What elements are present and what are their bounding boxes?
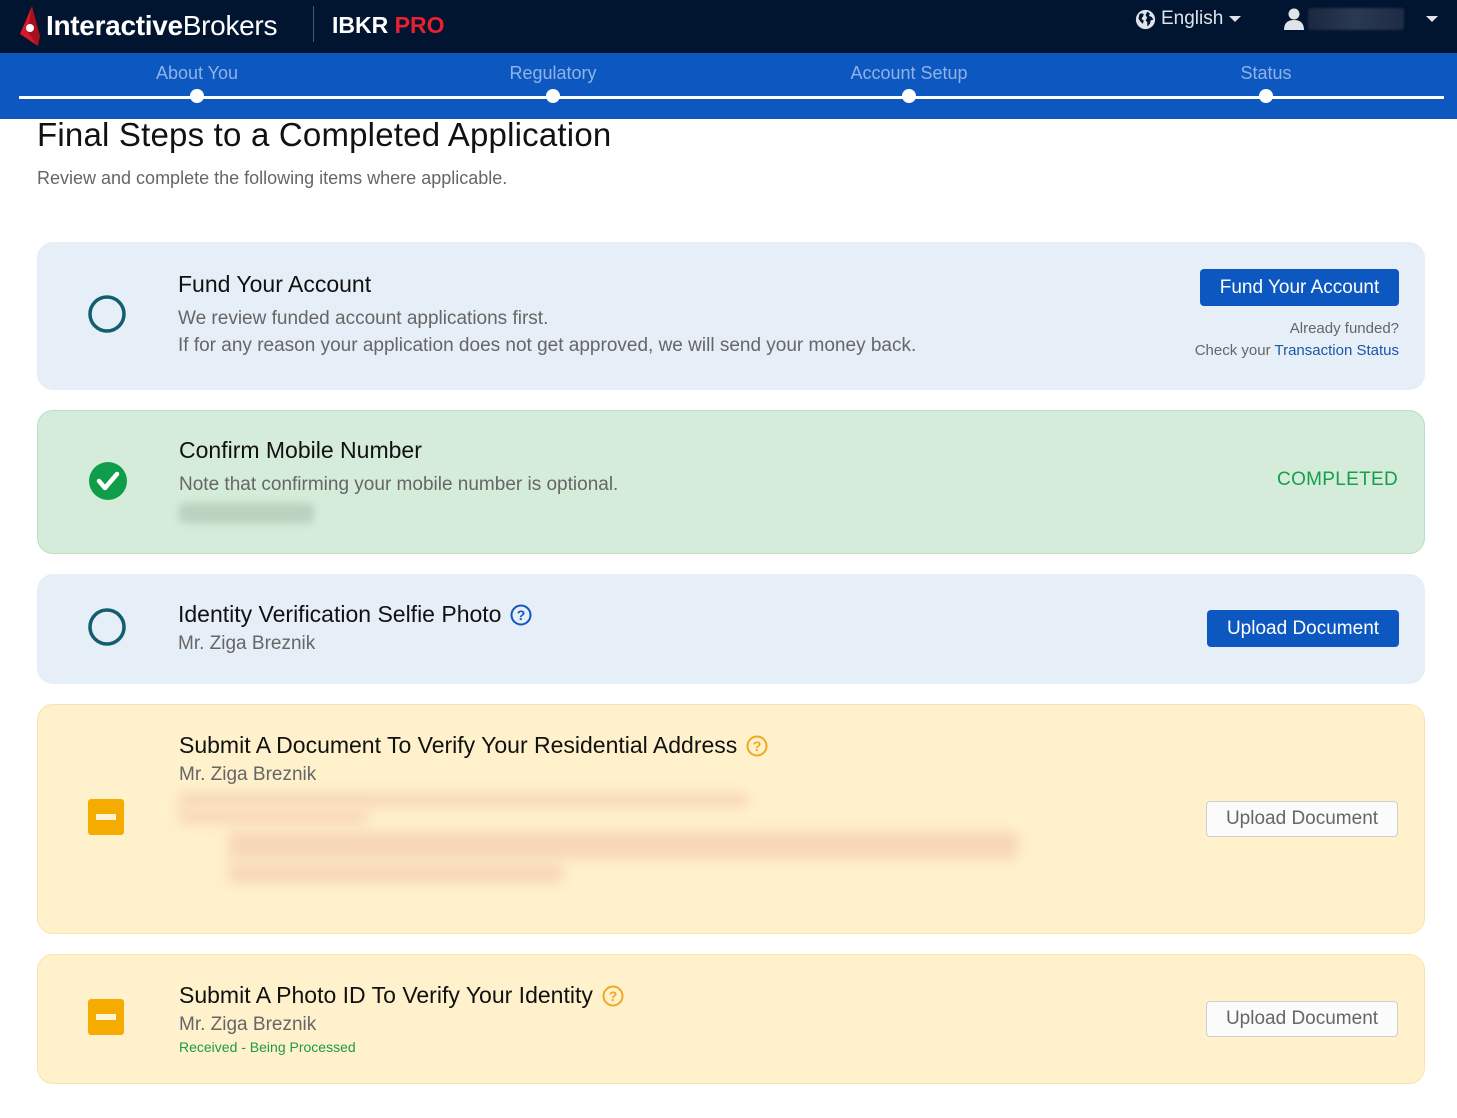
task-description-line: If for any reason your application does … [178,335,917,356]
task-title-row: Identity Verification Selfie Photo ? [178,601,532,628]
funding-note: Already funded? Check your Transaction S… [1195,318,1399,362]
product-name: IBKR PRO [332,12,445,38]
attention-minus-icon [88,799,124,835]
chevron-down-icon [1426,16,1438,22]
user-menu[interactable] [1284,8,1438,30]
globe-icon [1135,9,1156,29]
task-title: Submit A Photo ID To Verify Your Identit… [179,982,593,1008]
fund-account-button[interactable]: Fund Your Account [1200,269,1399,306]
step-about-you[interactable]: About You [97,53,297,103]
task-title: Identity Verification Selfie Photo [178,601,502,627]
task-title-row: Submit A Document To Verify Your Residen… [179,732,768,759]
account-holder-name: Mr. Ziga Breznik [179,1014,317,1035]
language-label: English [1161,8,1224,29]
pending-circle-icon [88,608,126,646]
check-circle-icon [89,462,127,500]
redacted-text [228,831,1018,859]
task-card-residential-address: Submit A Document To Verify Your Residen… [37,704,1425,934]
user-name-redacted [1308,8,1404,30]
processing-status: Received - Being Processed [179,1039,356,1055]
task-card-fund-account: Fund Your Account We review funded accou… [37,242,1425,390]
step-dot [1259,89,1273,103]
ib-logo-icon [20,6,40,46]
task-title: Confirm Mobile Number [179,437,422,463]
help-icon[interactable]: ? [746,735,768,757]
header-divider [313,6,314,42]
task-card-photo-id: Submit A Photo ID To Verify Your Identit… [37,954,1425,1084]
task-title: Fund Your Account [178,271,372,297]
task-card-selfie: Identity Verification Selfie Photo ? Mr.… [37,574,1425,684]
task-description-line: We review funded account applications fi… [178,308,549,329]
brand-name: InteractiveBrokers [46,10,278,41]
brand-logo[interactable]: InteractiveBrokers [18,4,277,48]
step-regulatory[interactable]: Regulatory [453,53,653,103]
svg-text:?: ? [753,738,762,754]
account-holder-name: Mr. Ziga Breznik [178,633,316,654]
account-holder-name: Mr. Ziga Breznik [179,764,317,785]
task-description: We review funded account applications fi… [178,305,916,359]
step-account-setup[interactable]: Account Setup [809,53,1009,103]
step-label: Regulatory [509,63,597,83]
completed-status: COMPLETED [1277,469,1398,490]
step-label: Account Setup [850,63,968,83]
task-description: Note that confirming your mobile number … [179,474,619,495]
page-title: Final Steps to a Completed Application [37,116,612,153]
step-dot [902,89,916,103]
upload-address-document-button[interactable]: Upload Document [1206,801,1398,837]
top-bar: InteractiveBrokers IBKR PRO English [0,0,1457,53]
progress-stepper: About You Regulatory Account Setup Statu… [0,53,1457,119]
user-icon [1284,8,1304,30]
svg-text:?: ? [609,988,618,1004]
language-selector[interactable]: English [1135,8,1242,30]
page-subtitle: Review and complete the following items … [37,168,508,188]
task-card-mobile-number: Confirm Mobile Number Note that confirmi… [37,410,1425,554]
help-icon[interactable]: ? [510,604,532,626]
task-title-row: Submit A Photo ID To Verify Your Identit… [179,982,624,1009]
stepper-track [19,96,1444,99]
step-label: About You [155,63,239,83]
phone-number-redacted [179,503,314,523]
step-dot [190,89,204,103]
redacted-text [228,863,563,883]
step-label: Status [1240,63,1292,83]
redacted-text [178,810,368,824]
attention-minus-icon [88,999,124,1035]
redacted-text [178,793,748,807]
transaction-status-link[interactable]: Transaction Status [1274,342,1399,359]
upload-photo-id-button[interactable]: Upload Document [1206,1001,1398,1037]
svg-text:?: ? [517,607,526,623]
already-funded-text: Already funded? [1289,320,1399,337]
task-title: Submit A Document To Verify Your Residen… [179,732,738,758]
step-status[interactable]: Status [1166,53,1366,103]
help-icon[interactable]: ? [602,985,624,1007]
chevron-down-icon [1229,16,1242,22]
pending-circle-icon [88,295,126,333]
upload-selfie-button[interactable]: Upload Document [1207,610,1399,647]
check-your-text: Check your [1194,342,1271,359]
step-dot [546,89,560,103]
